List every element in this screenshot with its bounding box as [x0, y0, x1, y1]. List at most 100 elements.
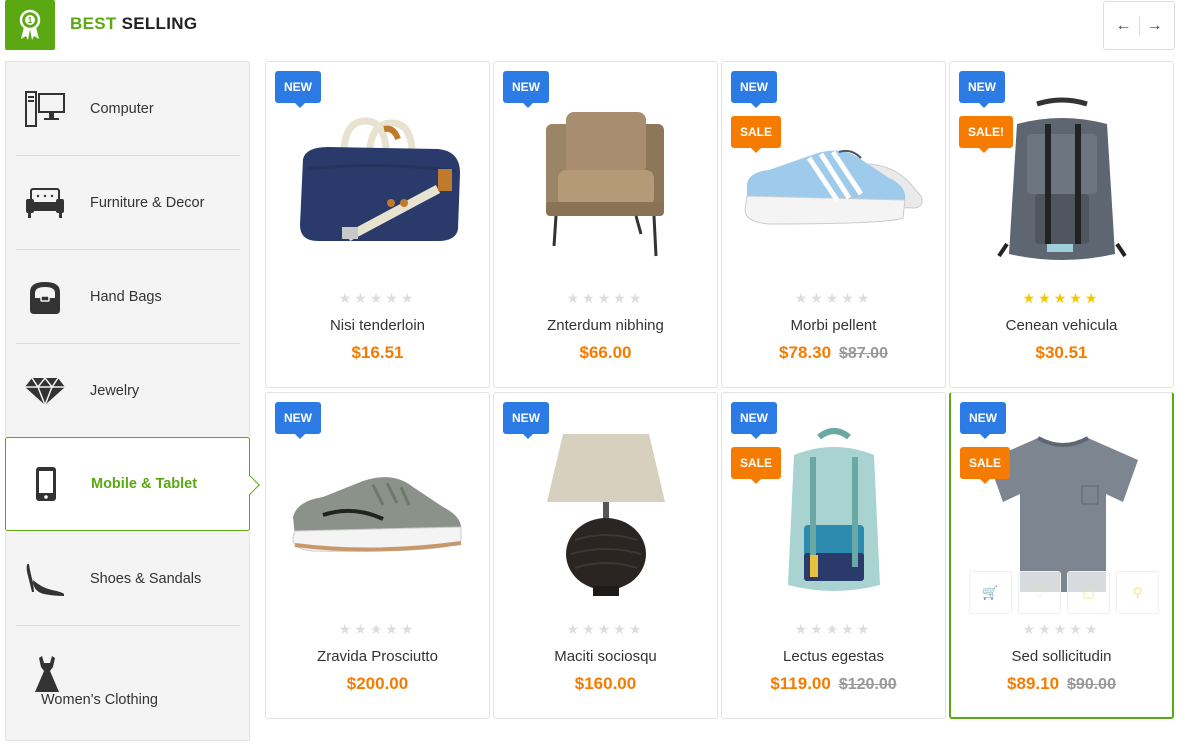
current-price: $30.51 [1035, 343, 1088, 362]
compare-button[interactable]: ▢ [1067, 571, 1110, 614]
title-green: BEST [70, 14, 117, 33]
product-name[interactable]: Maciti sociosqu [494, 648, 717, 665]
mobile-icon [23, 461, 69, 507]
product-price: $89.10 $90.00 [951, 674, 1172, 694]
new-tag: NEW [731, 402, 777, 439]
cart-icon: 🛒 [982, 584, 999, 600]
carousel-nav: ← → [1103, 1, 1175, 50]
rating-stars: ★★★★★ [794, 621, 873, 637]
sidebar-item-label: Computer [90, 101, 154, 117]
product-price: $30.51 [950, 343, 1173, 363]
product-price: $119.00 $120.00 [722, 674, 945, 694]
product-name[interactable]: Cenean vehicula [950, 317, 1173, 334]
product-name[interactable]: Sed sollicitudin [951, 648, 1172, 665]
product-name[interactable]: Zravida Prosciutto [266, 648, 489, 665]
next-button[interactable]: → [1140, 11, 1170, 41]
product-name[interactable]: Lectus egestas [722, 648, 945, 665]
old-price: $90.00 [1067, 676, 1116, 693]
add-to-cart-button[interactable]: 🛒 [969, 571, 1012, 614]
sidebar-item-label: Jewelry [90, 383, 140, 399]
product-image[interactable] [506, 415, 706, 615]
sidebar-item-label: Mobile & Tablet [91, 476, 198, 492]
product-name[interactable]: Morbi pellent [722, 317, 945, 334]
handbag-icon [22, 274, 68, 320]
product-card[interactable]: NEW SALE ★★★★★ Lectus egestas $119.00 $12… [721, 392, 946, 719]
wishlist-button[interactable]: ♡ [1018, 571, 1061, 614]
new-tag: NEW [503, 402, 549, 439]
product-image[interactable] [278, 415, 478, 615]
product-card[interactable]: NEW ★★★★★ Maciti sociosqu $160.00 [493, 392, 718, 719]
product-card[interactable]: NEW SALE 🛒 ♡ ▢ ⚲ ★★★★★ Sed sollicitudin … [949, 392, 1174, 719]
sidebar-item-label: Furniture & Decor [90, 195, 205, 211]
new-tag: NEW [275, 402, 321, 439]
sale-tag: SALE [731, 116, 782, 153]
rating-stars: ★★★★★ [1022, 290, 1101, 306]
compare-icon: ▢ [1082, 584, 1095, 600]
current-price: $89.10 [1007, 674, 1060, 693]
title-dark: SELLING [121, 14, 198, 33]
current-price: $78.30 [779, 343, 832, 362]
product-price: $160.00 [494, 674, 717, 694]
section-title: BEST SELLING [70, 14, 197, 34]
prev-button[interactable]: ← [1109, 11, 1139, 41]
current-price: $119.00 [770, 674, 831, 693]
sidebar-item-furniture[interactable]: Furniture & Decor [16, 156, 240, 250]
sidebar-item-womens-clothing[interactable]: Women's Clothing [16, 626, 240, 740]
product-card[interactable]: NEW ★★★★★ Zravida Prosciutto $200.00 [265, 392, 490, 719]
product-actions: 🛒 ♡ ▢ ⚲ [969, 571, 1159, 614]
sofa-icon [22, 180, 68, 226]
award-badge-icon: 1 [5, 0, 55, 50]
section-header: 1 BEST SELLING ← → [0, 0, 1180, 56]
product-price: $66.00 [494, 343, 717, 363]
active-indicator [240, 475, 260, 495]
current-price: $66.00 [579, 343, 632, 362]
sidebar-item-shoes[interactable]: Shoes & Sandals [16, 532, 240, 626]
product-card[interactable]: NEW ★★★★★ Nisi tenderloin $16.51 [265, 61, 490, 388]
product-card[interactable]: NEW SALE ★★★★★ Morbi pellent $78.30 $87.0… [721, 61, 946, 388]
current-price: $200.00 [346, 674, 409, 693]
diamond-icon [22, 368, 68, 414]
high-heel-icon [22, 556, 68, 602]
sidebar-item-label: Shoes & Sandals [90, 571, 202, 587]
product-image[interactable] [962, 84, 1162, 284]
product-image[interactable] [278, 84, 478, 284]
product-name[interactable]: Znterdum nibhing [494, 317, 717, 334]
product-image[interactable] [506, 84, 706, 284]
sale-tag: SALE [960, 447, 1011, 484]
rating-stars: ★★★★★ [338, 290, 417, 306]
rating-stars: ★★★★★ [1022, 621, 1101, 637]
old-price: $87.00 [839, 345, 888, 362]
product-image[interactable] [734, 84, 934, 284]
product-price: $78.30 $87.00 [722, 343, 945, 363]
new-tag: NEW [959, 71, 1005, 108]
product-card[interactable]: NEW ★★★★★ Znterdum nibhing $66.00 [493, 61, 718, 388]
rating-stars: ★★★★★ [338, 621, 417, 637]
product-price: $16.51 [266, 343, 489, 363]
new-tag: NEW [503, 71, 549, 108]
current-price: $16.51 [351, 343, 404, 362]
new-tag: NEW [731, 71, 777, 108]
product-card[interactable]: NEW SALE! ★★★★★ Cenean vehicula $30.51 [949, 61, 1174, 388]
product-image[interactable] [734, 415, 934, 615]
svg-text:1: 1 [28, 16, 33, 25]
search-icon: ⚲ [1132, 584, 1143, 600]
sidebar-item-label: Women's Clothing [41, 692, 158, 708]
dress-icon [32, 654, 62, 694]
product-name[interactable]: Nisi tenderloin [266, 317, 489, 334]
new-tag: NEW [275, 71, 321, 108]
sale-tag: SALE [731, 447, 782, 484]
sale-tag: SALE! [959, 116, 1013, 153]
heart-icon: ♡ [1033, 584, 1046, 600]
product-price: $200.00 [266, 674, 489, 694]
sidebar-item-label: Hand Bags [90, 289, 162, 305]
sidebar-item-mobile-tablet[interactable]: Mobile & Tablet [5, 437, 260, 531]
computer-icon [22, 86, 68, 132]
sidebar-item-computer[interactable]: Computer [16, 62, 240, 156]
rating-stars: ★★★★★ [566, 621, 645, 637]
sidebar-item-jewelry[interactable]: Jewelry [16, 344, 240, 438]
quick-view-button[interactable]: ⚲ [1116, 571, 1159, 614]
sidebar-item-handbags[interactable]: Hand Bags [16, 250, 240, 344]
new-tag: NEW [960, 402, 1006, 439]
old-price: $120.00 [838, 676, 897, 693]
rating-stars: ★★★★★ [566, 290, 645, 306]
